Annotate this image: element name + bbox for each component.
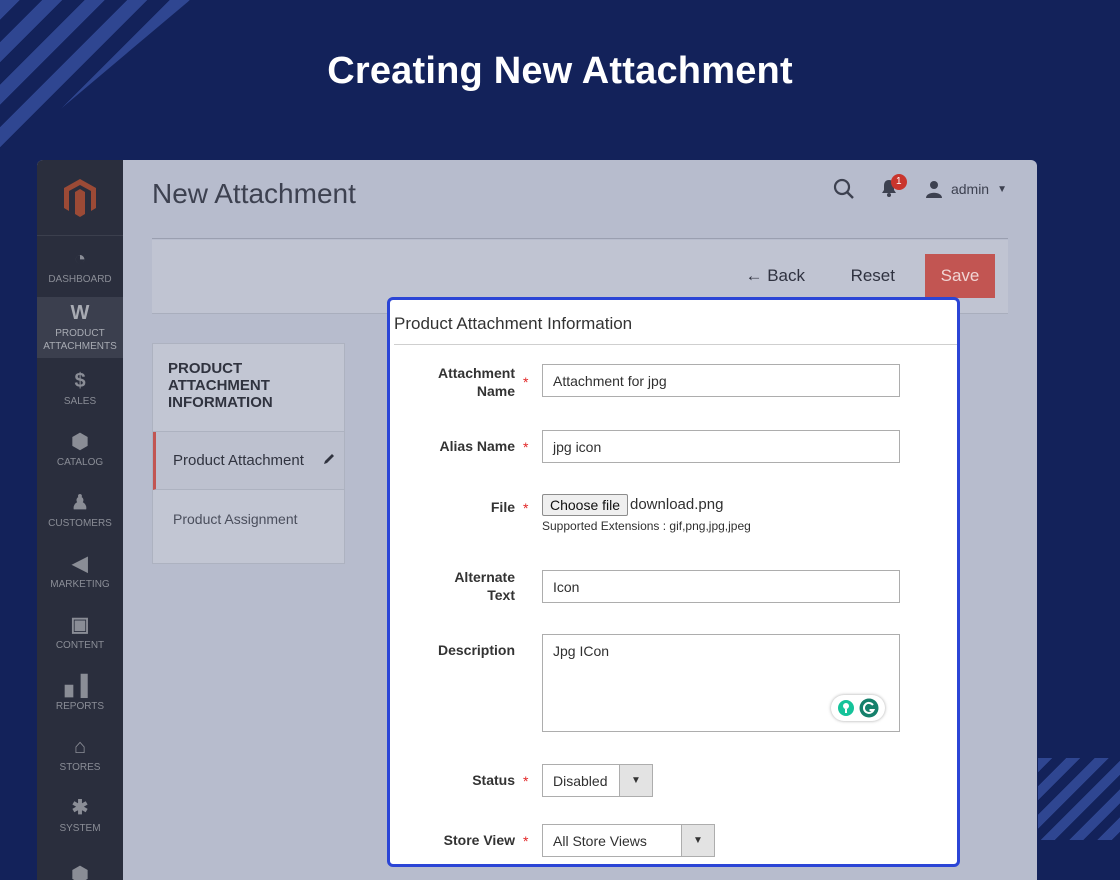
status-value: Disabled — [553, 772, 608, 789]
store-icon: ⌂ — [73, 735, 87, 758]
store-view-label: Store View — [443, 832, 515, 848]
lightbulb-icon — [838, 700, 854, 716]
dollar-icon: $ — [74, 369, 86, 392]
alias-name-input[interactable]: jpg icon — [542, 430, 900, 463]
description-label: Description — [437, 642, 515, 658]
gear-icon: ✱ — [71, 796, 89, 819]
nav-label: CUSTOMERS — [48, 517, 112, 529]
bar-chart-icon: ▖▌ — [65, 674, 95, 697]
back-label: Back — [767, 266, 805, 285]
nav-content[interactable]: ▣ CONTENT — [37, 602, 123, 663]
magento-logo-icon — [64, 178, 96, 217]
nav-label: PRODUCT ATTACHMENTS — [43, 328, 117, 352]
tabs-heading: PRODUCT ATTACHMENT INFORMATION — [153, 344, 344, 432]
notification-badge: 1 — [890, 174, 907, 190]
nav-label: CATALOG — [56, 456, 104, 468]
tab-label: Product Assignment — [173, 511, 298, 527]
banner-title: Creating New Attachment — [327, 50, 793, 92]
nav-label: MARKETING — [50, 578, 110, 590]
arrow-left-icon: ← — [745, 266, 763, 285]
alternate-text-label: Alternate Text — [454, 569, 515, 603]
caret-down-icon: ▼ — [619, 765, 652, 796]
tab-label: Product Attachment — [173, 452, 304, 469]
caret-down-icon: ▼ — [681, 825, 714, 856]
w-logo-icon: W — [70, 302, 90, 324]
selected-file-name: download.png — [630, 496, 724, 513]
required-mark: * — [523, 439, 529, 455]
tab-product-attachment[interactable]: Product Attachment — [153, 432, 344, 490]
store-view-select[interactable]: All Store Views ▼ — [542, 824, 715, 857]
status-select[interactable]: Disabled ▼ — [542, 764, 653, 797]
required-mark: * — [523, 374, 529, 390]
admin-username: admin — [950, 181, 990, 197]
required-mark: * — [523, 833, 529, 849]
admin-user-menu[interactable]: admin ▼ — [925, 180, 1007, 198]
description-text: Jpg ICon — [553, 643, 610, 659]
pencil-icon — [324, 454, 334, 464]
nav-label: REPORTS — [55, 700, 105, 712]
layout-icon: ▣ — [70, 613, 90, 636]
grammarly-icon — [859, 698, 879, 718]
save-button[interactable]: Save — [925, 254, 995, 298]
choose-file-button[interactable]: Choose file — [542, 494, 629, 516]
supported-extensions-note: Supported Extensions : gif,png,jpg,jpeg — [542, 519, 751, 533]
back-button[interactable]: ← Back — [745, 266, 805, 286]
admin-sidebar: ◔ DASHBOARD W PRODUCT ATTACHMENTS $ SALE… — [37, 160, 123, 880]
box-icon: ⬢ — [71, 864, 89, 880]
tab-product-assignment[interactable]: Product Assignment — [153, 490, 344, 548]
nav-label: STORES — [59, 761, 101, 773]
status-label: Status — [472, 772, 515, 788]
header-divider — [152, 238, 1008, 239]
notifications-button[interactable]: 1 — [879, 174, 907, 200]
required-mark: * — [523, 773, 529, 789]
nav-reports[interactable]: ▖▌ REPORTS — [37, 663, 123, 724]
description-textarea[interactable]: Jpg ICon — [542, 634, 900, 732]
megaphone-icon: ◀ — [72, 552, 88, 575]
nav-extensions[interactable]: ⬢ — [37, 846, 123, 880]
search-icon[interactable] — [833, 178, 855, 200]
user-icon — [925, 181, 942, 198]
nav-catalog[interactable]: ⬢ CATALOG — [37, 419, 123, 480]
grammarly-widget[interactable] — [831, 695, 885, 721]
nav-system[interactable]: ✱ SYSTEM — [37, 785, 123, 846]
magento-logo[interactable] — [37, 160, 123, 236]
nav-label: SALES — [63, 395, 97, 407]
form-title: Product Attachment Information — [394, 314, 633, 333]
nav-stores[interactable]: ⌂ STORES — [37, 724, 123, 785]
attachment-name-input[interactable]: Attachment for jpg — [542, 364, 900, 397]
dashboard-icon: ◔ — [73, 247, 87, 270]
nav-product-attachments[interactable]: W PRODUCT ATTACHMENTS — [37, 297, 123, 358]
attachment-name-label: Attachment Name — [437, 365, 515, 399]
cube-icon: ⬢ — [71, 430, 89, 453]
decorative-stripes-bottom-right — [1038, 758, 1120, 840]
header-tools: 1 admin ▼ — [833, 174, 1007, 200]
store-view-value: All Store Views — [553, 832, 647, 849]
caret-down-icon: ▼ — [997, 183, 1007, 195]
nav-customers[interactable]: ♟ CUSTOMERS — [37, 480, 123, 541]
nav-marketing[interactable]: ◀ MARKETING — [37, 541, 123, 602]
nav-label: SYSTEM — [59, 822, 101, 834]
required-mark: * — [523, 500, 529, 516]
alternate-text-input[interactable]: Icon — [542, 570, 900, 603]
attachment-form-card: Product Attachment Information Attachmen… — [387, 297, 960, 867]
form-tabs: PRODUCT ATTACHMENT INFORMATION Product A… — [152, 343, 345, 564]
page-title: New Attachment — [152, 178, 356, 209]
nav-label: DASHBOARD — [48, 273, 112, 285]
nav-dashboard[interactable]: ◔ DASHBOARD — [37, 236, 123, 297]
file-label: File — [490, 499, 515, 515]
person-icon: ♟ — [71, 491, 89, 514]
form-title-divider — [394, 344, 957, 345]
nav-sales[interactable]: $ SALES — [37, 358, 123, 419]
reset-button[interactable]: Reset — [851, 266, 895, 286]
nav-label: CONTENT — [55, 639, 105, 651]
alias-name-label: Alias Name — [439, 438, 515, 454]
